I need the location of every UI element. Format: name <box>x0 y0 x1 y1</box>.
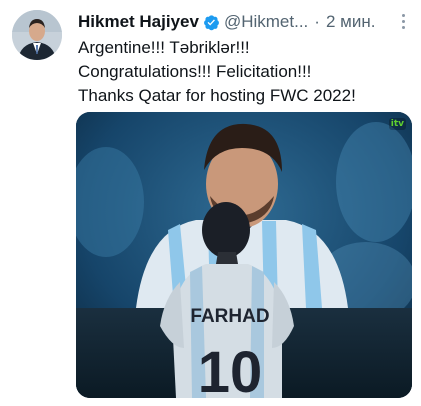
timestamp[interactable]: 2 мин. <box>326 12 375 32</box>
author-handle[interactable]: @Hikmet... <box>224 12 308 32</box>
verified-badge-icon <box>204 14 219 30</box>
tweet-header: Hikmet Hajiyev @Hikmet... · 2 мин. <box>78 11 411 33</box>
separator-dot: · <box>314 12 320 31</box>
avatar-image <box>12 10 62 60</box>
tweet-card[interactable]: Hikmet Hajiyev @Hikmet... · 2 мин. Argen… <box>0 0 421 406</box>
tweet-text-line: Argentine!!! Təbriklər!!! <box>78 38 250 57</box>
avatar[interactable] <box>12 10 62 60</box>
tweet-text-line: Thanks Qatar for hosting FWC 2022! <box>78 86 356 105</box>
tv-watermark: itv <box>388 118 406 130</box>
photo-image: FARHAD 10 <box>76 112 412 398</box>
more-options-icon[interactable] <box>395 11 411 31</box>
tweet-media-photo[interactable]: FARHAD 10 itv <box>76 112 412 398</box>
jersey-number-text: 10 <box>198 340 263 398</box>
tweet-text-line: Congratulations!!! Felicitation!!! <box>78 62 312 81</box>
jersey-name-text: FARHAD <box>190 306 269 327</box>
author-name[interactable]: Hikmet Hajiyev <box>78 12 199 32</box>
tweet-text: Argentine!!! Təbriklər!!! Congratulation… <box>78 36 413 108</box>
